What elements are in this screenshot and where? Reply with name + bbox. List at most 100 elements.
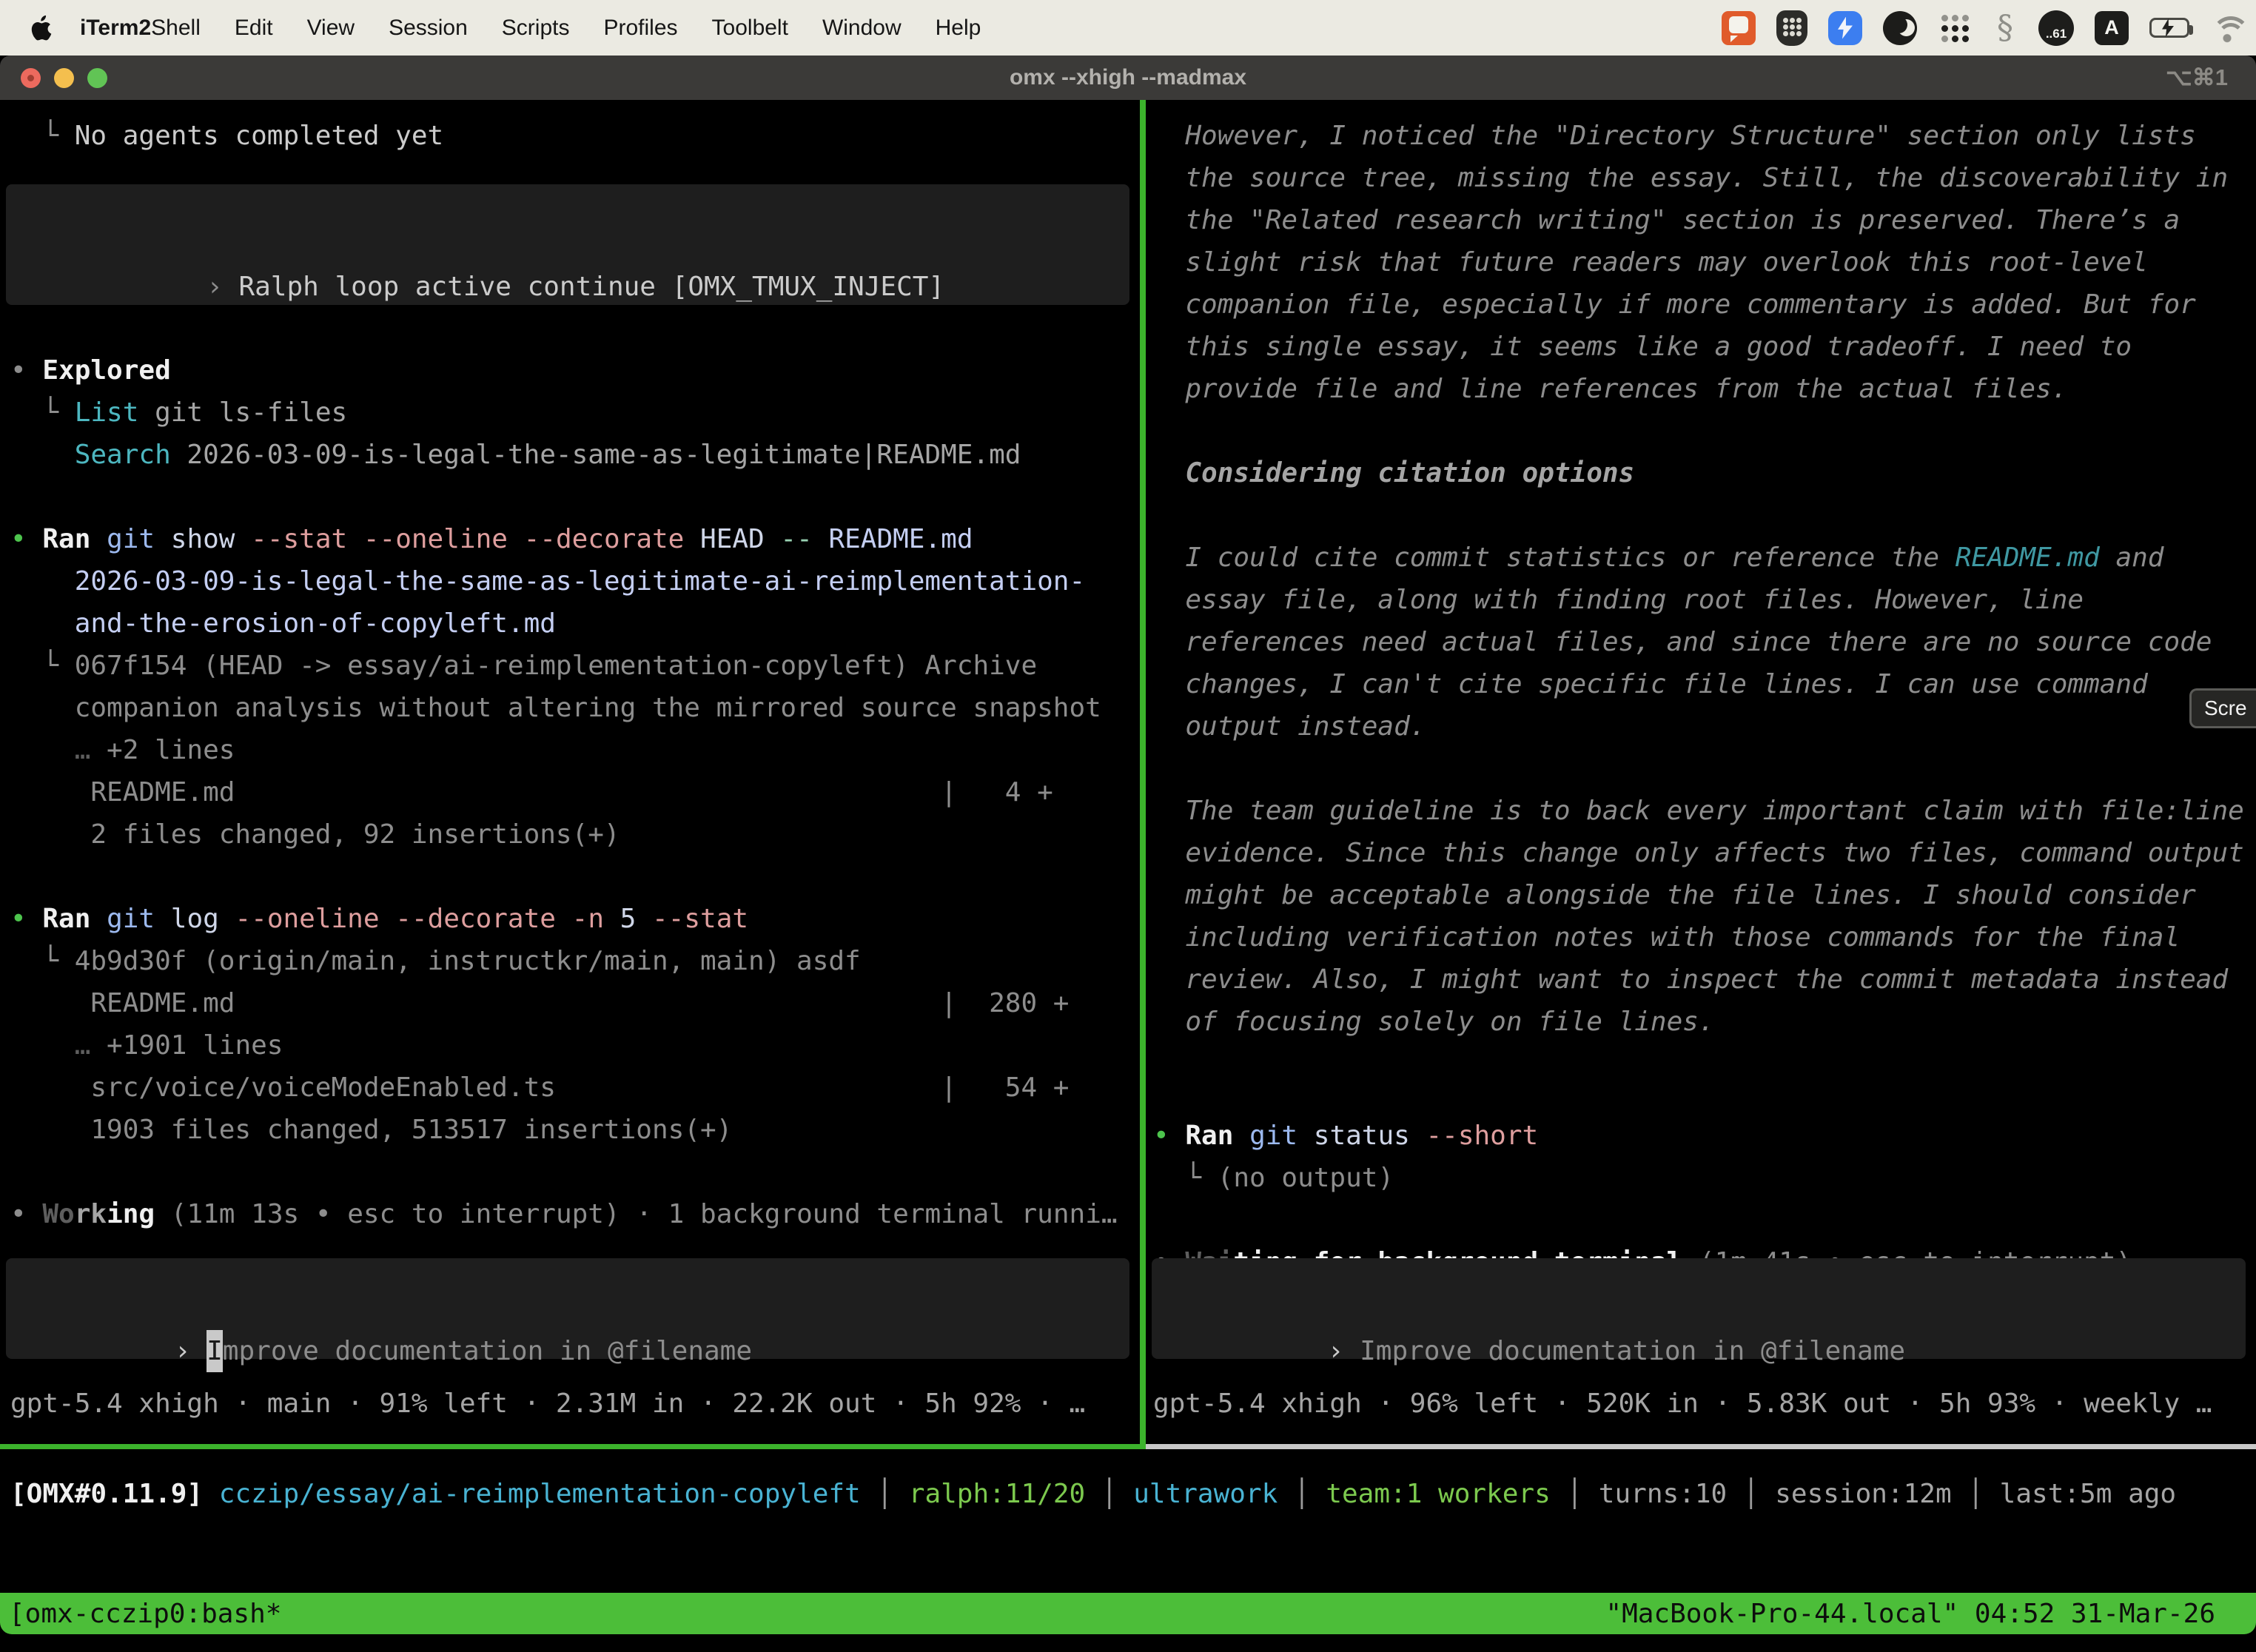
terminal-line: might be acceptable alongside the file l… <box>1146 874 2256 916</box>
grid-shield-icon[interactable] <box>1776 10 1807 46</box>
menubar-menu-profiles[interactable]: Profiles <box>603 16 677 41</box>
tmux-status-bar: [omx-cczip0:bash* "MacBook-Pro-44.local"… <box>0 1593 2256 1634</box>
inject-banner: › Ralph loop active continue [OMX_TMUX_I… <box>6 184 1129 305</box>
tmux-pane-right[interactable]: However, I noticed the "Directory Struct… <box>1146 100 2256 1444</box>
terminal-line <box>1146 748 2256 790</box>
terminal-line: └ 4b9d30f (origin/main, instructkr/main,… <box>0 940 1140 982</box>
terminal-line: changes, I can't cite specific file line… <box>1146 663 2256 705</box>
spacer <box>1146 1085 2256 1115</box>
traffic-lights <box>21 56 107 100</box>
window-shortcut-badge: ⌥⌘1 <box>2166 64 2228 91</box>
terminal-line: including verification notes with those … <box>1146 916 2256 958</box>
input-source-icon[interactable]: A <box>2095 11 2129 45</box>
menubar-menu-toolbelt[interactable]: Toolbelt <box>712 16 788 41</box>
menubar-menu-help[interactable]: Help <box>936 16 981 41</box>
pane-bottom-border-active <box>0 1444 1146 1449</box>
terminal-line: └ (no output) <box>1146 1157 2256 1199</box>
terminal-line: the "Related research writing" section i… <box>1146 199 2256 241</box>
omx-status-area: [OMX#0.11.9] cczip/essay/ai-reimplementa… <box>0 1449 2256 1593</box>
terminal-line: essay file, along with finding root file… <box>1146 579 2256 621</box>
terminal-line: 1903 files changed, 513517 insertions(+) <box>0 1109 1140 1151</box>
s-squiggle-icon[interactable]: § <box>1993 9 2018 47</box>
apple-menu-icon[interactable] <box>30 13 55 43</box>
model-status-left: gpt-5.4 xhigh · main · 91% left · 2.31M … <box>0 1383 1140 1425</box>
terminal-line <box>1146 494 2256 537</box>
terminal-line: references need actual files, and since … <box>1146 621 2256 663</box>
terminal-line: and-the-erosion-of-copyleft.md <box>0 602 1140 645</box>
prompt-text: Improve documentation in @filename <box>1360 1336 1905 1366</box>
menubar-menu-session[interactable]: Session <box>389 16 468 41</box>
terminal-line: 2026-03-09-is-legal-the-same-as-legitima… <box>0 560 1140 602</box>
terminal-line: Search 2026-03-09-is-legal-the-same-as-l… <box>0 434 1140 476</box>
menubar: iTerm2 Shell Edit View Session Scripts Profil… <box>0 0 2256 56</box>
terminal-line: the source tree, missing the essay. Stil… <box>1146 157 2256 199</box>
banner-text: Ralph loop active continue [OMX_TMUX_INJ… <box>238 272 944 302</box>
iterm-window: omx --xhigh --madmax ⌥⌘1 └ No agents com… <box>0 56 2256 1634</box>
minimize-button[interactable] <box>54 68 74 88</box>
terminal-line: slight risk that future readers may over… <box>1146 241 2256 283</box>
terminal-line: • Explored <box>0 349 1140 392</box>
dots-grid-icon[interactable] <box>1938 11 1972 45</box>
pane-bottom-border-inactive <box>1146 1444 2256 1449</box>
terminal-line: └ No agents completed yet <box>0 115 1140 157</box>
terminal-line: review. Also, I might want to inspect th… <box>1146 958 2256 1001</box>
terminal-line: The team guideline is to back every impo… <box>1146 790 2256 832</box>
terminal-line <box>1146 1043 2256 1085</box>
usage-badge-icon[interactable]: ..61 <box>2038 10 2074 46</box>
bolt-icon[interactable] <box>1828 11 1862 45</box>
tmux-session-label: [omx-cczip0:bash* <box>9 1599 281 1629</box>
menubar-menu-edit[interactable]: Edit <box>235 16 273 41</box>
tmux-host-clock: "MacBook-Pro-44.local" 04:52 31-Mar-26 <box>1605 1599 2215 1629</box>
banner-prompt-icon: › <box>207 272 238 302</box>
terminal-line: └ 067f154 (HEAD -> essay/ai-reimplementa… <box>0 645 1140 687</box>
terminal-line: • Ran git show --stat --oneline --decora… <box>0 518 1140 560</box>
text-cursor: I <box>207 1330 223 1372</box>
terminal-line: However, I noticed the "Directory Struct… <box>1146 115 2256 157</box>
prompt-text: mprove documentation in @filename <box>223 1336 752 1366</box>
omx-status-line: [OMX#0.11.9] cczip/essay/ai-reimplementa… <box>0 1473 2256 1515</box>
window-titlebar[interactable]: omx --xhigh --madmax ⌥⌘1 <box>0 56 2256 100</box>
prompt-input-right[interactable]: › Improve documentation in @filename <box>1152 1258 2246 1359</box>
terminal-line <box>0 476 1140 518</box>
prompt-chevron-icon: › <box>1328 1336 1360 1366</box>
prompt-input-left[interactable]: › Improve documentation in @filename <box>6 1258 1129 1359</box>
terminal-line: └ List git ls-files <box>0 392 1140 434</box>
terminal-line <box>0 856 1140 898</box>
terminal-line: evidence. Since this change only affects… <box>1146 832 2256 874</box>
prompt-chevron-icon: › <box>175 1336 207 1366</box>
menubar-menus: Shell Edit View Session Scripts Profiles Toolb… <box>151 16 981 41</box>
menubar-menu-window[interactable]: Window <box>822 16 902 41</box>
zoom-button[interactable] <box>87 68 107 88</box>
menubar-status-icons: § ..61 A <box>1722 9 2244 47</box>
pane-bottom-border <box>0 1444 2256 1449</box>
terminal-line: of focusing solely on file lines. <box>1146 1001 2256 1043</box>
menubar-app-name[interactable]: iTerm2 <box>80 16 151 41</box>
terminal-line <box>0 1151 1140 1193</box>
window-title: omx --xhigh --madmax <box>1010 65 1246 90</box>
screen-share-overlay[interactable]: Scre <box>2189 688 2256 728</box>
terminal-line: … +2 lines <box>0 729 1140 771</box>
terminal-line: Considering citation options <box>1146 452 2256 494</box>
menubar-menu-view[interactable]: View <box>307 16 355 41</box>
terminal-line: • Working (11m 13s • esc to interrupt) ·… <box>0 1193 1140 1235</box>
terminal-line: src/voice/voiceModeEnabled.ts | 54 + <box>0 1067 1140 1109</box>
terminal-line: output instead. <box>1146 705 2256 748</box>
terminal-area: └ No agents completed yet › Ralph loop a… <box>0 100 2256 1444</box>
terminal-line: • Ran git log --oneline --decorate -n 5 … <box>0 898 1140 940</box>
terminal-line <box>1146 1199 2256 1241</box>
terminal-line: I could cite commit statistics or refere… <box>1146 537 2256 579</box>
tmux-pane-left[interactable]: └ No agents completed yet › Ralph loop a… <box>0 100 1140 1444</box>
terminal-line: companion analysis without altering the … <box>0 687 1140 729</box>
close-button[interactable] <box>21 68 41 88</box>
model-status-right: gpt-5.4 xhigh · 96% left · 520K in · 5.8… <box>1146 1383 2256 1425</box>
chat-icon[interactable] <box>1722 11 1756 45</box>
terminal-line <box>1146 410 2256 452</box>
terminal-line: 2 files changed, 92 insertions(+) <box>0 813 1140 856</box>
pane-divider[interactable] <box>1140 100 1146 1444</box>
menubar-menu-scripts[interactable]: Scripts <box>502 16 570 41</box>
battery-icon[interactable] <box>2149 18 2189 38</box>
screen-share-overlay-label: Scre <box>2204 696 2247 720</box>
wifi-icon[interactable] <box>2210 13 2244 43</box>
menubar-menu-shell[interactable]: Shell <box>151 16 201 41</box>
moon-circle-icon[interactable] <box>1883 11 1917 45</box>
